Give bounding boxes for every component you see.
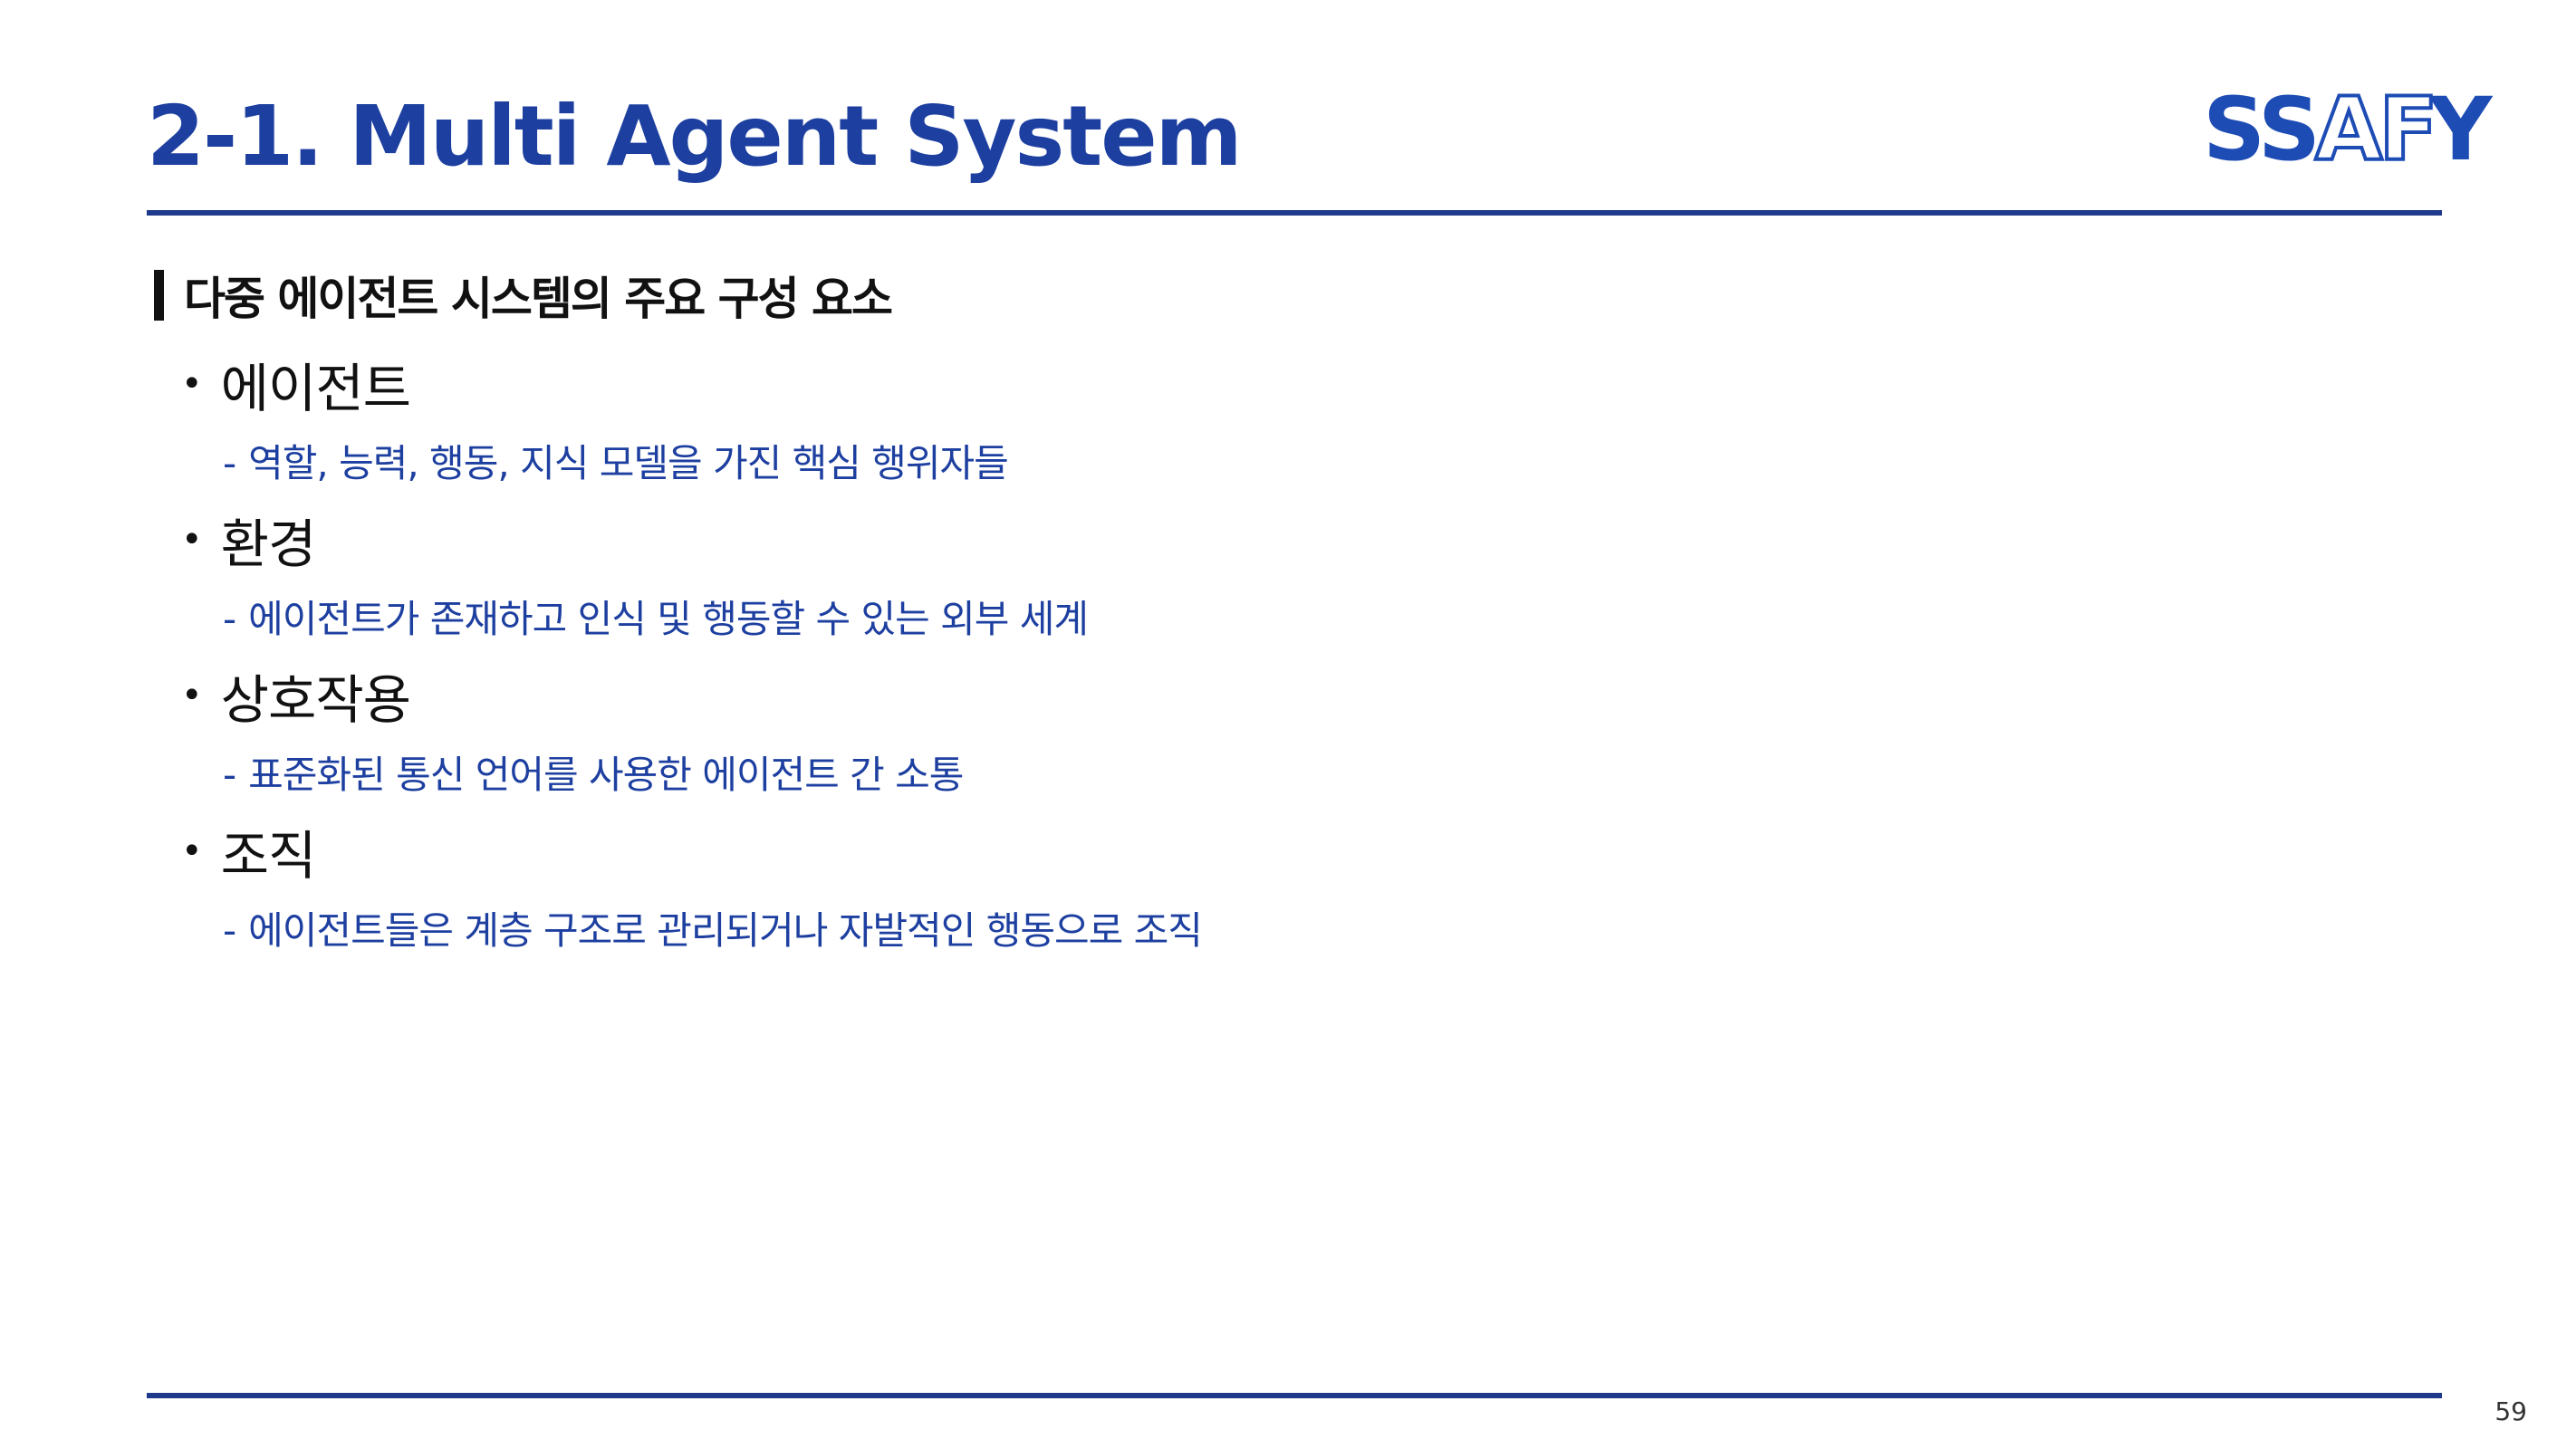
page-number: 59 <box>2494 1396 2527 1426</box>
dash-icon: - <box>223 441 236 485</box>
section-heading-text: 다중 에이전트 시스템의 주요 구성 요소 <box>184 273 893 325</box>
svg-text:Y: Y <box>2428 80 2493 179</box>
dash-icon: - <box>223 597 236 641</box>
item-description-text: 표준화된 통신 언어를 사용한 에이전트 간 소통 <box>248 753 964 797</box>
item-description-text: 에이전트가 존재하고 인식 및 행동할 수 있는 외부 세계 <box>248 597 1089 641</box>
ssafy-logo: SS AF Y <box>2203 80 2493 179</box>
item-label: 조직 <box>220 825 317 887</box>
list-item: • 조직 <box>181 813 317 889</box>
svg-text:AF: AF <box>2315 80 2435 179</box>
item-description: - 에이전트가 존재하고 인식 및 행동할 수 있는 외부 세계 <box>223 589 1089 644</box>
dash-icon: - <box>223 908 236 953</box>
dash-icon: - <box>223 753 236 797</box>
item-label: 에이전트 <box>220 358 411 419</box>
top-divider <box>147 210 2442 216</box>
bullet-icon: • <box>181 675 203 716</box>
bullet-icon: • <box>181 830 203 872</box>
bullet-icon: • <box>181 519 203 561</box>
section-heading: 다중 에이전트 시스템의 주요 구성 요소 <box>154 263 893 328</box>
item-description-text: 역할, 능력, 행동, 지식 모델을 가진 핵심 행위자들 <box>248 441 1009 485</box>
list-item: • 환경 <box>181 502 317 578</box>
item-description: - 역할, 능력, 행동, 지식 모델을 가진 핵심 행위자들 <box>223 433 1009 488</box>
list-item: • 에이전트 <box>181 346 411 422</box>
list-item: • 상호작용 <box>181 657 411 734</box>
item-description: - 에이전트들은 계층 구조로 관리되거나 자발적인 행동으로 조직 <box>223 900 1203 955</box>
bottom-divider <box>147 1393 2442 1398</box>
slide: 2-1. Multi Agent System SS AF Y 다중 에이전트 … <box>0 0 2576 1449</box>
svg-text:SS: SS <box>2203 80 2317 179</box>
item-description-text: 에이전트들은 계층 구조로 관리되거나 자발적인 행동으로 조직 <box>248 908 1203 953</box>
section-marker-bar <box>154 270 164 321</box>
item-description: - 표준화된 통신 언어를 사용한 에이전트 간 소통 <box>223 744 964 800</box>
bullet-icon: • <box>181 363 203 405</box>
slide-title: 2-1. Multi Agent System <box>147 88 1242 185</box>
item-label: 환경 <box>220 513 317 575</box>
item-label: 상호작용 <box>220 669 411 731</box>
